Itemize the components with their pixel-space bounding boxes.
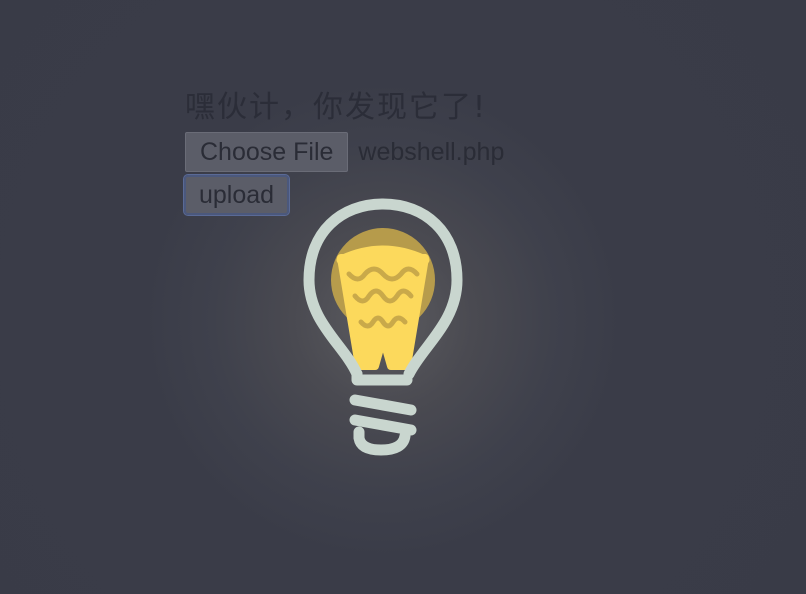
lightbulb-icon	[303, 198, 463, 456]
file-picker-row: Choose File webshell.php	[185, 132, 585, 172]
page-heading: 嘿伙计，你发现它了!	[185, 90, 488, 125]
bulb-base-ring-1	[349, 394, 417, 416]
bulb-base-ring-2	[349, 414, 417, 436]
selected-file-name: webshell.php	[358, 138, 505, 166]
bulb-base-tip	[353, 426, 411, 456]
choose-file-button[interactable]: Choose File	[185, 132, 349, 172]
upload-button[interactable]: upload	[182, 174, 291, 216]
bulb-neck	[351, 368, 413, 386]
